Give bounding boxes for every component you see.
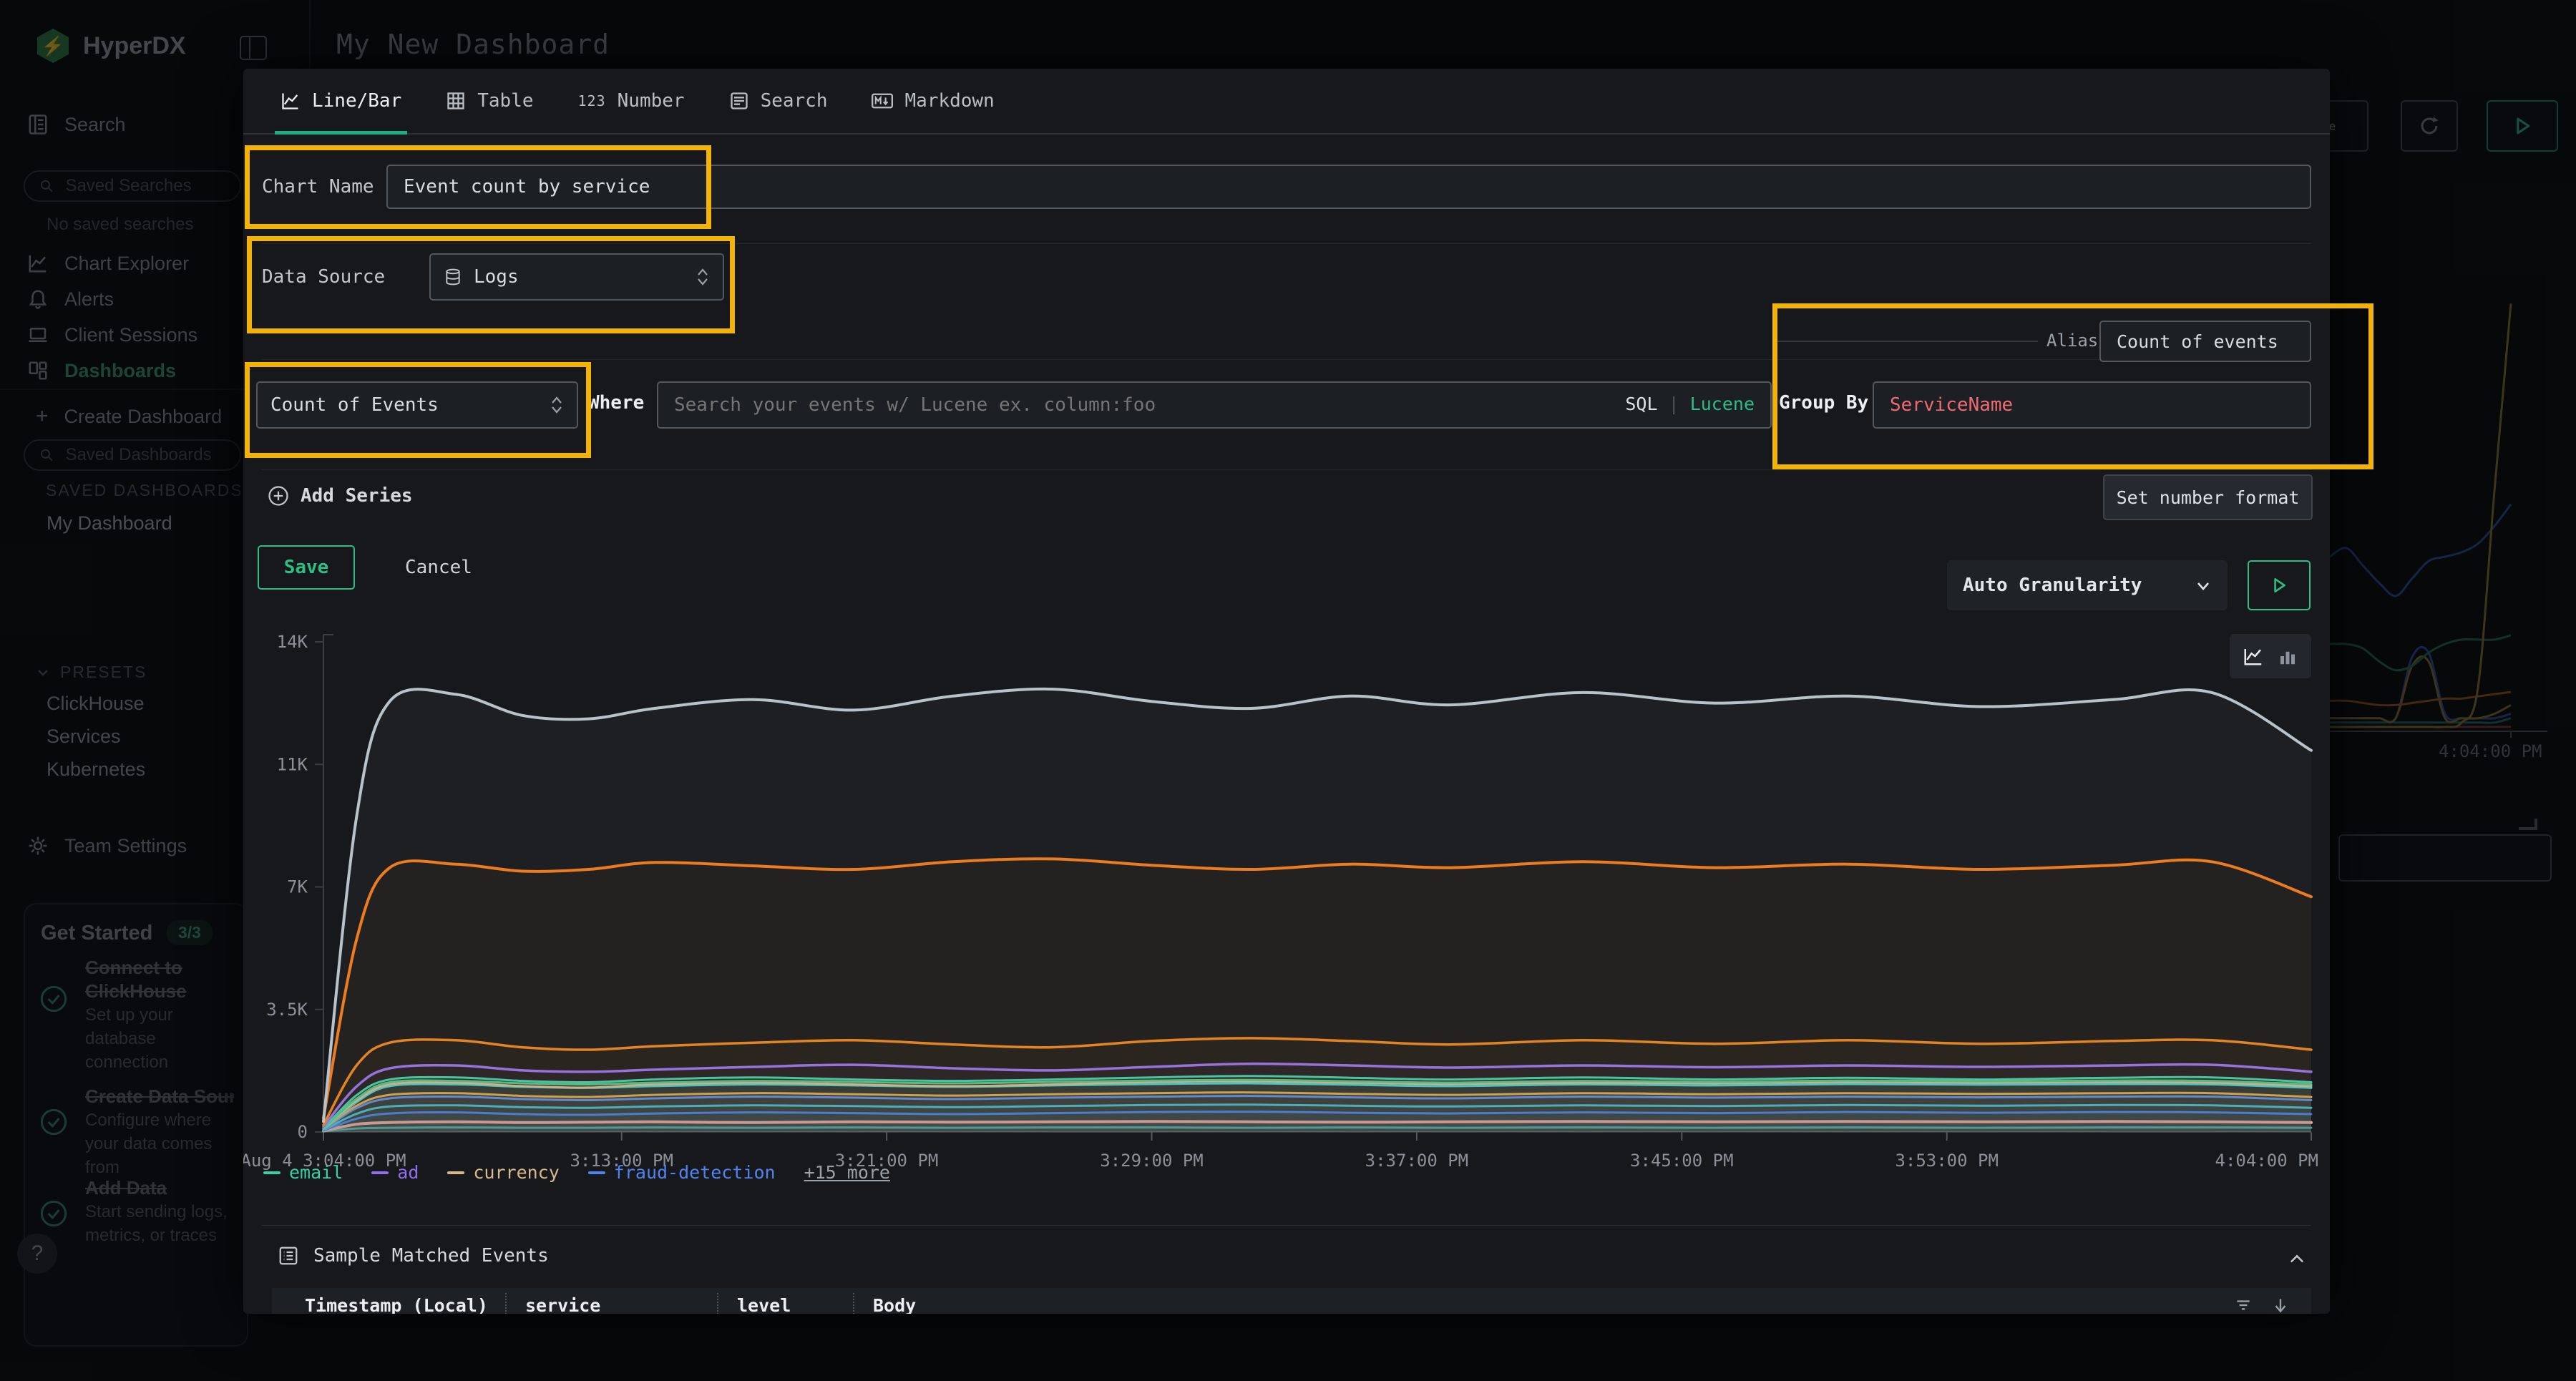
cancel-button[interactable]: Cancel bbox=[405, 557, 472, 578]
legend-dash bbox=[447, 1171, 464, 1174]
plus-circle-icon bbox=[268, 485, 289, 507]
legend-dash bbox=[371, 1171, 389, 1174]
event-list-icon bbox=[278, 1245, 299, 1267]
svg-text:7K: 7K bbox=[287, 877, 308, 897]
svg-text:3:37:00 PM: 3:37:00 PM bbox=[1365, 1151, 1468, 1171]
run-chart-button[interactable] bbox=[2248, 560, 2311, 610]
svg-text:11K: 11K bbox=[277, 754, 308, 774]
sample-events-header[interactable]: Sample Matched Events bbox=[278, 1245, 549, 1267]
tab-markdown[interactable]: Markdown bbox=[872, 69, 994, 133]
tab-label: Search bbox=[761, 90, 828, 112]
svg-text:4:04:00 PM: 4:04:00 PM bbox=[2215, 1151, 2319, 1171]
svg-text:3:53:00 PM: 3:53:00 PM bbox=[1895, 1151, 1999, 1171]
svg-text:3:29:00 PM: 3:29:00 PM bbox=[1100, 1151, 1204, 1171]
add-series-label: Add Series bbox=[301, 485, 413, 507]
legend-label: ad bbox=[397, 1162, 419, 1183]
filter-icon[interactable] bbox=[2234, 1296, 2253, 1314]
toggle-divider: | bbox=[1669, 394, 1679, 414]
markdown-icon bbox=[872, 91, 893, 111]
legend-label: currency bbox=[473, 1162, 559, 1183]
legend-item[interactable]: email bbox=[263, 1162, 343, 1183]
granularity-value: Auto Granularity bbox=[1963, 575, 2142, 596]
sql-toggle[interactable]: SQL bbox=[1625, 394, 1657, 414]
divider bbox=[262, 1225, 2311, 1226]
set-number-format-button[interactable]: Set number format bbox=[2103, 474, 2313, 520]
legend-item[interactable]: currency bbox=[447, 1162, 559, 1183]
tab-label: Table bbox=[477, 90, 533, 112]
query-language-toggle: SQL | Lucene bbox=[1625, 394, 1755, 414]
chart-type-tabs: Line/Bar Table 123 Number Search Markdow… bbox=[243, 69, 2330, 135]
highlight-data-source bbox=[247, 236, 735, 333]
column-timestamp[interactable]: Timestamp (Local) bbox=[305, 1295, 505, 1314]
highlight-aggregation bbox=[245, 362, 591, 458]
chevron-up-icon[interactable] bbox=[2287, 1249, 2307, 1269]
column-separator[interactable] bbox=[505, 1293, 507, 1314]
svg-text:0: 0 bbox=[298, 1122, 308, 1142]
column-body[interactable]: Body bbox=[873, 1295, 2234, 1314]
column-separator[interactable] bbox=[717, 1293, 718, 1314]
sort-down-icon[interactable] bbox=[2271, 1296, 2290, 1314]
tab-label: Markdown bbox=[904, 90, 994, 112]
line-chart-toggle-icon[interactable] bbox=[2243, 645, 2264, 667]
tab-number[interactable]: 123 Number bbox=[578, 69, 685, 133]
tab-label: Number bbox=[618, 90, 685, 112]
table-icon bbox=[446, 91, 466, 111]
highlight-chart-name bbox=[245, 145, 711, 229]
tab-label: Line/Bar bbox=[312, 90, 401, 112]
add-series-button[interactable]: Add Series bbox=[268, 485, 413, 507]
line-chart-icon bbox=[280, 91, 301, 111]
lucene-toggle[interactable]: Lucene bbox=[1690, 394, 1755, 414]
tab-line-bar[interactable]: Line/Bar bbox=[280, 69, 401, 133]
events-table-header: Timestamp (Local) service level Body bbox=[272, 1288, 2311, 1314]
search-list-icon bbox=[729, 91, 749, 111]
svg-text:3:45:00 PM: 3:45:00 PM bbox=[1630, 1151, 1734, 1171]
divider bbox=[262, 469, 2311, 470]
sample-events-title: Sample Matched Events bbox=[313, 1245, 549, 1267]
bar-chart-toggle-icon[interactable] bbox=[2277, 645, 2298, 667]
number-123-icon: 123 bbox=[578, 92, 606, 109]
save-chart-button[interactable]: Save bbox=[258, 545, 355, 590]
column-service[interactable]: service bbox=[525, 1295, 717, 1314]
svg-text:14K: 14K bbox=[277, 632, 308, 652]
granularity-select[interactable]: Auto Granularity bbox=[1947, 560, 2228, 610]
legend-item[interactable]: fraud-detection bbox=[588, 1162, 776, 1183]
column-separator[interactable] bbox=[853, 1293, 854, 1314]
column-level[interactable]: level bbox=[737, 1295, 853, 1314]
chart-display-toggle bbox=[2230, 634, 2311, 678]
where-field: SQL | Lucene bbox=[657, 381, 1772, 429]
chart-legend: email ad currency fraud-detection +15 mo… bbox=[263, 1162, 890, 1183]
tab-table[interactable]: Table bbox=[446, 69, 533, 133]
play-icon bbox=[2270, 576, 2288, 595]
chevron-down-icon bbox=[2195, 577, 2212, 594]
legend-dash bbox=[588, 1171, 605, 1174]
legend-label: fraud-detection bbox=[614, 1162, 776, 1183]
legend-more-link[interactable]: +15 more bbox=[804, 1162, 890, 1183]
highlight-group-by bbox=[1772, 303, 2373, 469]
legend-label: email bbox=[289, 1162, 343, 1183]
tab-search[interactable]: Search bbox=[729, 69, 828, 133]
where-input[interactable] bbox=[657, 381, 1772, 429]
where-label: Where bbox=[588, 392, 644, 414]
legend-dash bbox=[263, 1171, 280, 1174]
svg-text:3.5K: 3.5K bbox=[266, 1000, 308, 1020]
legend-item[interactable]: ad bbox=[371, 1162, 419, 1183]
